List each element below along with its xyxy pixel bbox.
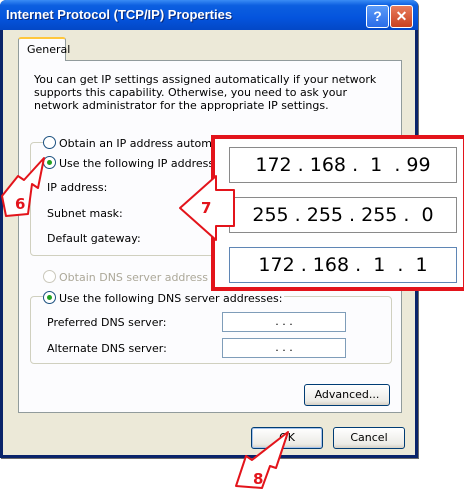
step-7-number: 7 [201, 199, 212, 217]
step-callouts [1, 157, 289, 489]
step-6-number: 6 [15, 195, 26, 213]
tab-general[interactable]: General [18, 37, 70, 61]
tab-general-label: General [27, 43, 71, 56]
step-8-number: 8 [253, 470, 264, 488]
